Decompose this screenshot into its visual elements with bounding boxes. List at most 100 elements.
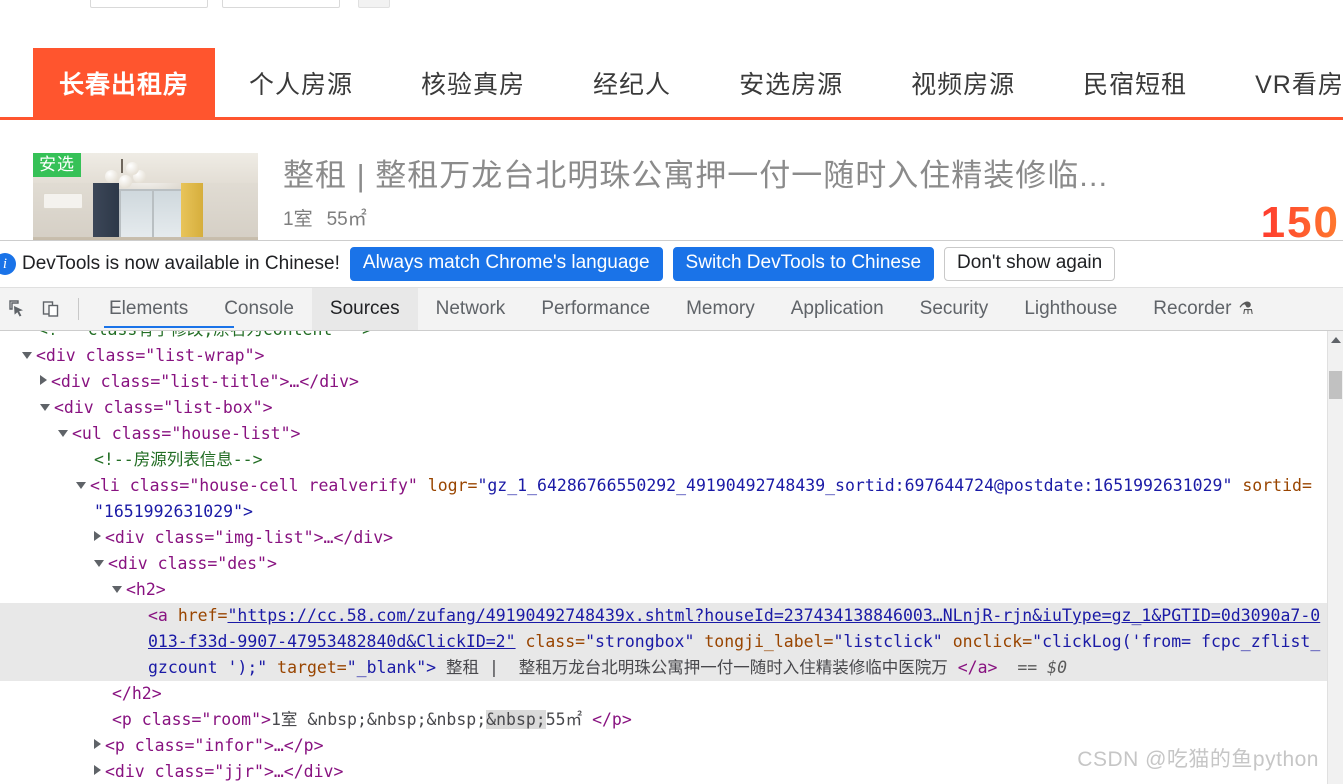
tab-label: Security (919, 298, 989, 319)
inspect-element-icon[interactable] (0, 292, 34, 326)
tab-label: Elements (109, 298, 189, 319)
dom-panel-scrollbar[interactable] (1327, 331, 1343, 784)
dom-text-node-highlight: &nbsp; (486, 710, 546, 729)
dom-attr-name: class= (525, 632, 586, 651)
expand-arrow-icon[interactable] (22, 352, 32, 359)
dom-attr-value: "_blank"> (346, 658, 437, 677)
anxuan-badge: 安选 (33, 153, 81, 177)
dom-attr-name: sortid= (1242, 476, 1312, 495)
dom-line-img-list[interactable]: <div class="img-list">…</div> (0, 525, 1343, 551)
dom-attr-value: "listclick" (833, 632, 943, 651)
tab-security[interactable]: Security (902, 288, 1007, 330)
dom-line-comment-house: <!--房源列表信息--> (0, 447, 1343, 473)
dom-line-house-list[interactable]: <ul class="house-list"> (0, 421, 1343, 447)
listing-area: 55㎡ (326, 209, 367, 230)
dom-tag: <p class="infor">…</p> (105, 736, 324, 755)
tab-lighthouse[interactable]: Lighthouse (1006, 288, 1135, 330)
dom-line-house-cell[interactable]: <li class="house-cell realverify" logr="… (0, 473, 1343, 499)
expand-arrow-icon[interactable] (94, 560, 104, 567)
dom-line-list-wrap[interactable]: <div class="list-wrap"> (0, 343, 1343, 369)
always-match-language-button[interactable]: Always match Chrome's language (349, 246, 663, 282)
switch-devtools-language-button[interactable]: Switch DevTools to Chinese (672, 246, 935, 282)
scroll-up-arrow-icon[interactable] (1331, 337, 1341, 343)
cutoff-button-3[interactable] (358, 0, 390, 8)
device-toolbar-icon[interactable] (34, 292, 68, 326)
dom-line-p-room[interactable]: <p class="room">1室 &nbsp;&nbsp;&nbsp;&nb… (0, 707, 1343, 733)
dom-tag: <p class="room"> (112, 710, 271, 729)
dom-text-node: 1室 &nbsp;&nbsp;&nbsp; (270, 710, 487, 729)
expand-arrow-icon[interactable] (94, 765, 101, 775)
site-tab-agents[interactable]: 经纪人 (559, 48, 705, 117)
dom-line-anchor-1[interactable]: <a href="https://cc.58.com/zufang/491904… (0, 603, 1343, 629)
info-icon: i (0, 253, 16, 275)
dom-attr-name: onclick= (952, 632, 1033, 651)
tab-label: Sources (329, 298, 400, 319)
site-tab-label: 民宿短租 (1083, 70, 1188, 99)
dom-line-h2-close: </h2> (0, 681, 1343, 707)
tab-memory[interactable]: Memory (668, 288, 773, 330)
expand-arrow-icon[interactable] (40, 375, 47, 385)
expand-arrow-icon[interactable] (94, 531, 101, 541)
tab-sources[interactable]: Sources (311, 288, 418, 330)
listing-row[interactable]: 安选 整租 | 整租万龙台北明珠公寓押一付一随时入住精装修临... 1室 55㎡ … (0, 132, 1343, 253)
tab-label: Network (435, 298, 506, 319)
tab-application[interactable]: Application (773, 288, 902, 330)
photo-air-conditioner (43, 193, 83, 209)
dom-line-list-title[interactable]: <div class="list-title">…</div> (0, 369, 1343, 395)
dom-attr-href-cont[interactable]: 013-f33d-9907-47953482840d&ClickID=2" (148, 632, 516, 651)
site-tab-video-listings[interactable]: 视频房源 (877, 48, 1049, 117)
dom-attr-href[interactable]: "https://cc.58.com/zufang/49190492748439… (227, 606, 1320, 625)
site-tab-vr-tour[interactable]: VR看房 (1221, 48, 1343, 117)
dom-tree-panel[interactable]: <!-- class有了修改,原名为content --> <div class… (0, 331, 1343, 784)
dom-attr-name: tongji_label= (704, 632, 834, 651)
cutoff-input-1[interactable] (90, 0, 208, 8)
dom-tag: <ul class="house-list"> (72, 424, 301, 443)
website-viewport: 长春出租房 个人房源 核验真房 经纪人 安选房源 视频房源 民宿短租 VR看房 (0, 10, 1343, 253)
site-tab-label: 视频房源 (911, 70, 1016, 99)
expand-arrow-icon[interactable] (94, 739, 101, 749)
site-tab-verified-listings[interactable]: 核验真房 (387, 48, 559, 117)
dom-line-des[interactable]: <div class="des"> (0, 551, 1343, 577)
dom-tag: <h2> (126, 580, 166, 599)
dom-tag: <div class="list-box"> (54, 398, 273, 417)
photo-bulb-1 (105, 170, 118, 183)
dom-line-anchor-2[interactable]: 013-f33d-9907-47953482840d&ClickID=2" cl… (0, 629, 1343, 655)
devtools-tabbar: Elements Console Sources Network Perform… (0, 288, 1343, 331)
devtools-panel: i DevTools is now available in Chinese! … (0, 240, 1343, 784)
dom-tag: <div class="list-wrap"> (36, 346, 265, 365)
tab-performance[interactable]: Performance (523, 288, 668, 330)
photo-bulb-4 (126, 162, 139, 175)
dom-tag: <a (148, 606, 178, 625)
dom-tag-close: …</div> (289, 372, 359, 391)
tab-network[interactable]: Network (418, 288, 524, 330)
dom-attr-name: href= (177, 606, 228, 625)
dom-line-anchor-3[interactable]: gzcount ');" target="_blank"> 整租 | 整租万龙台… (0, 655, 1343, 681)
dom-attr-name: target= (277, 658, 347, 677)
cutoff-input-2[interactable] (222, 0, 340, 8)
expand-arrow-icon[interactable] (58, 430, 68, 437)
expand-arrow-icon[interactable] (40, 404, 50, 411)
site-tab-changchun-rental[interactable]: 长春出租房 (33, 48, 216, 117)
expand-arrow-icon[interactable] (112, 586, 122, 593)
tab-console[interactable]: Console (206, 288, 312, 330)
expand-arrow-icon[interactable] (76, 482, 86, 489)
tab-recorder[interactable]: Recorder ⚗ (1135, 288, 1271, 330)
dom-line-h2[interactable]: <h2> (0, 577, 1343, 603)
site-tab-personal-listings[interactable]: 个人房源 (215, 48, 387, 117)
dom-line-list-box[interactable]: <div class="list-box"> (0, 395, 1343, 421)
photo-lamp-stem (121, 159, 123, 173)
dom-tag-close: </h2> (112, 684, 162, 703)
dom-attr-value: "strongbox" (585, 632, 695, 651)
screenshot-root: 长春出租房 个人房源 核验真房 经纪人 安选房源 视频房源 民宿短租 VR看房 (0, 0, 1343, 784)
listing-title-link[interactable]: 整租 | 整租万龙台北明珠公寓押一付一随时入住精装修临... (283, 150, 1108, 195)
site-tab-label: VR看房 (1255, 70, 1343, 99)
dont-show-again-button[interactable]: Don't show again (944, 246, 1116, 282)
sources-tab-underline (104, 326, 234, 328)
site-tab-short-term-rental[interactable]: 民宿短租 (1049, 48, 1221, 117)
tab-elements[interactable]: Elements (91, 288, 206, 330)
site-nav-tablist: 长春出租房 个人房源 核验真房 经纪人 安选房源 视频房源 民宿短租 VR看房 (0, 48, 1343, 117)
site-nav-tabbar: 长春出租房 个人房源 核验真房 经纪人 安选房源 视频房源 民宿短租 VR看房 (0, 48, 1343, 120)
site-tab-anxuan-listings[interactable]: 安选房源 (705, 48, 877, 117)
scrollbar-thumb[interactable] (1329, 371, 1342, 399)
flask-icon: ⚗ (1238, 299, 1254, 318)
